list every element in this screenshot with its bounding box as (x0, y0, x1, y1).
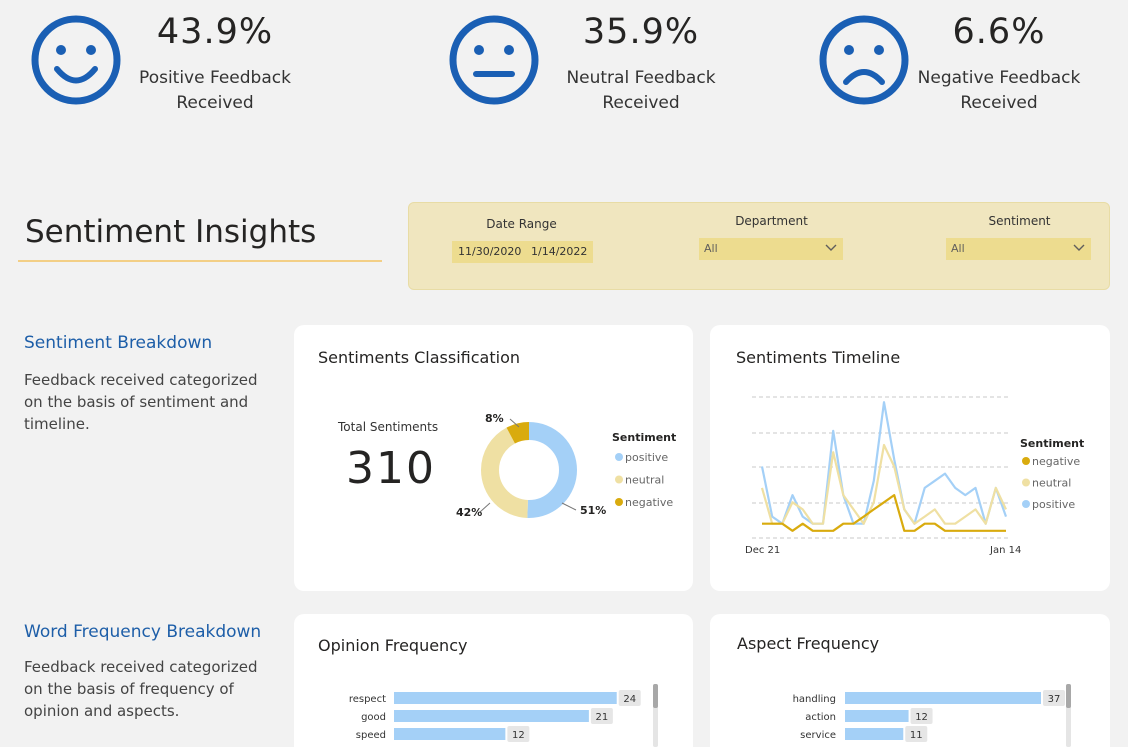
legend-label-negative[interactable]: negative (625, 496, 673, 509)
department-value: All (704, 242, 718, 255)
timeline-legend-title: Sentiment (1020, 437, 1084, 450)
sentiment-value: All (951, 242, 965, 255)
bar-handling[interactable] (845, 692, 1041, 704)
department-dropdown[interactable]: All (699, 238, 843, 260)
kpi-negative: 6.6% Negative Feedback Received (818, 0, 1118, 120)
negative-pct: 6.6% (952, 12, 1046, 52)
department-label: Department (735, 214, 808, 228)
positive-pct: 43.9% (156, 12, 274, 52)
positive-label: Positive Feedback Received (120, 66, 310, 116)
section-underline (18, 260, 382, 262)
sentiment-donut-chart: 51% 42% 8% Sentiment positive neutral negative (456, 412, 676, 519)
smiley-sad-icon (819, 15, 909, 105)
legend-label-positive[interactable]: positive (1032, 498, 1075, 511)
legend-label-negative[interactable]: negative (1032, 455, 1080, 468)
date-range-label: Date Range (486, 217, 557, 231)
negative-label-line2: Received (960, 93, 1038, 113)
legend-marker-neutral (1022, 478, 1030, 487)
aspect-card: Aspect Frequency handling 37 action 12 servi… (710, 614, 1110, 747)
bar-value-service: 11 (910, 730, 923, 741)
word-frequency-title: Word Frequency Breakdown (24, 622, 262, 642)
x-tick-label: Jan 14 (989, 545, 1021, 556)
negative-label: Negative Feedback Received (904, 66, 1094, 116)
positive-label-line1: Positive Feedback (139, 68, 291, 88)
date-end-input[interactable]: 1/14/2022 (525, 241, 594, 263)
aspect-frequency-chart: handling 37 action 12 service 11 (793, 684, 1071, 747)
bar-respect[interactable] (394, 692, 617, 704)
timeline-line-neutral[interactable] (760, 443, 1007, 525)
bar-value-respect: 24 (623, 694, 636, 705)
bar-label-respect: respect (349, 694, 386, 705)
legend-label-neutral[interactable]: neutral (1032, 477, 1071, 490)
donut-leader-line (561, 502, 577, 511)
positive-label-line2: Received (176, 93, 254, 113)
bar-value-handling: 37 (1048, 694, 1061, 705)
sentiment-breakdown-desc: Feedback received categorized on the bas… (24, 371, 258, 433)
bar-value-speed: 12 (512, 730, 525, 741)
neutral-label: Neutral Feedback Received (546, 66, 736, 116)
legend-marker-positive (1022, 500, 1030, 508)
section-title: Sentiment Insights (25, 214, 317, 250)
bar-value-good: 21 (596, 712, 609, 723)
donut-label-positive: 51% (580, 504, 606, 517)
neutral-pct: 35.9% (582, 12, 700, 52)
neutral-label-line2: Received (602, 93, 680, 113)
bar-speed[interactable] (394, 728, 506, 740)
bar-label-service: service (800, 730, 836, 741)
kpi-neutral: 35.9% Neutral Feedback Received (448, 0, 748, 120)
legend-label-positive[interactable]: positive (625, 451, 668, 464)
smiley-neutral-icon (449, 15, 539, 105)
donut-label-neutral: 42% (456, 506, 482, 519)
bar-label-action: action (805, 712, 836, 723)
bar-value-action: 12 (915, 712, 928, 723)
bar-label-good: good (361, 712, 386, 723)
bar-good[interactable] (394, 710, 589, 722)
sentiment-breakdown-title: Sentiment Breakdown (24, 333, 213, 353)
classification-card: Sentiments Classification Total Sentimen… (294, 325, 693, 591)
opinion-frequency-chart: respect 24 good 21 speed 12 (349, 684, 658, 747)
date-start-input[interactable]: 11/30/2020 (452, 241, 528, 263)
kpi-positive: 43.9% Positive Feedback Received (30, 0, 330, 120)
scrollbar-thumb[interactable] (653, 684, 658, 708)
sentiment-dropdown[interactable]: All (946, 238, 1091, 260)
bar-service[interactable] (845, 728, 904, 740)
donut-label-negative: 8% (485, 412, 504, 425)
sentiment-timeline-chart: Dec 21 Jan 14 Sentiment negative neutral posi… (745, 396, 1084, 556)
timeline-card: Sentiments Timeline Dec 21 Jan 14 Sentimen… (710, 325, 1110, 591)
legend-marker-neutral (615, 475, 623, 484)
legend-label-neutral[interactable]: neutral (625, 474, 664, 487)
filter-panel: Date Range 11/30/2020 1/14/2022 Departme… (408, 202, 1110, 290)
sentiment-filter-label: Sentiment (988, 214, 1051, 228)
bar-action[interactable] (845, 710, 909, 722)
opinion-card: Opinion Frequency respect 24 good 21 speed 12 (294, 614, 693, 747)
donut-legend-title: Sentiment (612, 431, 676, 444)
negative-label-line1: Negative Feedback (917, 68, 1081, 88)
legend-marker-negative (1022, 457, 1030, 465)
chevron-down-icon (825, 244, 837, 251)
x-tick-label: Dec 21 (745, 545, 780, 556)
scrollbar-thumb[interactable] (1066, 684, 1071, 708)
bar-label-speed: speed (356, 730, 386, 741)
legend-marker-negative (615, 498, 623, 506)
neutral-label-line1: Neutral Feedback (566, 68, 716, 88)
chevron-down-icon (1073, 244, 1085, 251)
bar-label-handling: handling (793, 694, 836, 705)
legend-marker-positive (615, 453, 623, 461)
word-frequency-desc: Feedback received categorized on the bas… (24, 658, 258, 720)
smiley-happy-icon (31, 15, 121, 105)
